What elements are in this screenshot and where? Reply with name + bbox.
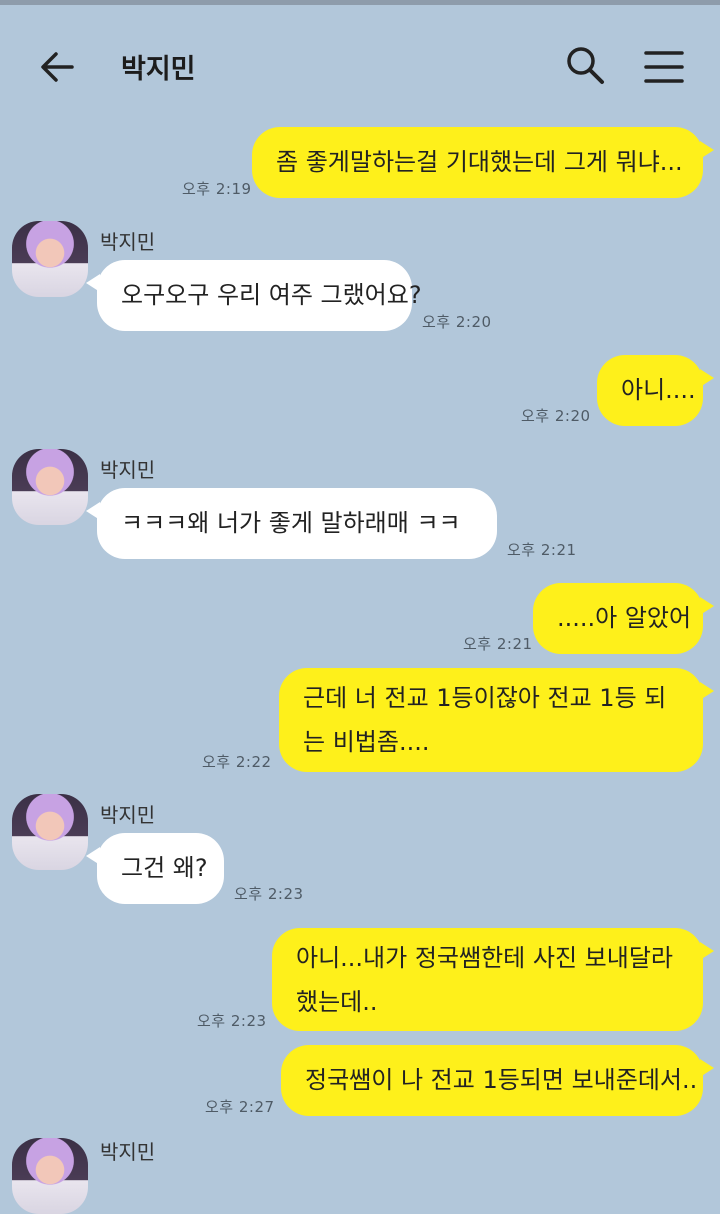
message-bubble-outgoing[interactable]: 아니...내가 정국쌤한테 사진 보내달라 했는데.. <box>272 928 714 1031</box>
avatar[interactable] <box>12 221 88 297</box>
message-bubble-outgoing[interactable]: 정국쌤이 나 전교 1등되면 보내준데서.. <box>281 1045 714 1116</box>
search-button[interactable] <box>560 41 610 91</box>
avatar[interactable] <box>12 1138 88 1214</box>
message-time: 오후 2:22 <box>202 753 272 771</box>
arrow-left-icon <box>41 52 74 82</box>
message-bubble-outgoing[interactable]: .....아 알았어 <box>533 583 714 654</box>
chat-header: 박지민 <box>0 5 720 115</box>
message-time: 오후 2:27 <box>205 1098 275 1116</box>
message-bubble-outgoing[interactable]: 좀 좋게말하는걸 기대했는데 그게 뭐냐... <box>252 127 714 198</box>
sender-name: 박지민 <box>100 803 156 827</box>
avatar[interactable] <box>12 449 88 525</box>
chat-title: 박지민 <box>121 54 196 85</box>
message-bubble-incoming[interactable]: ㅋㅋㅋ왜 너가 좋게 말하래매 ㅋㅋ <box>86 488 497 559</box>
sender-name: 박지민 <box>100 230 156 254</box>
message-bubble-outgoing[interactable]: 근데 너 전교 1등이잖아 전교 1등 되는 비법좀.... <box>279 668 714 772</box>
message-time: 오후 2:20 <box>422 313 492 331</box>
message-time: 오후 2:23 <box>197 1012 267 1030</box>
message-bubble-incoming[interactable]: 오구오구 우리 여주 그랬어요? <box>86 260 422 331</box>
message-time: 오후 2:23 <box>234 885 304 903</box>
back-button[interactable] <box>34 43 82 91</box>
message-bubble-incoming[interactable]: 그건 왜? <box>86 833 224 904</box>
avatar[interactable] <box>12 794 88 870</box>
search-icon <box>567 47 604 84</box>
message-time: 오후 2:21 <box>463 635 533 653</box>
message-bubble-outgoing[interactable]: 아니.... <box>597 355 714 426</box>
hamburger-menu-icon <box>644 51 684 83</box>
menu-button[interactable] <box>640 43 688 91</box>
message-time: 오후 2:19 <box>182 180 252 198</box>
message-time: 오후 2:20 <box>521 407 591 425</box>
sender-name: 박지민 <box>100 458 156 482</box>
message-time: 오후 2:21 <box>507 541 577 559</box>
